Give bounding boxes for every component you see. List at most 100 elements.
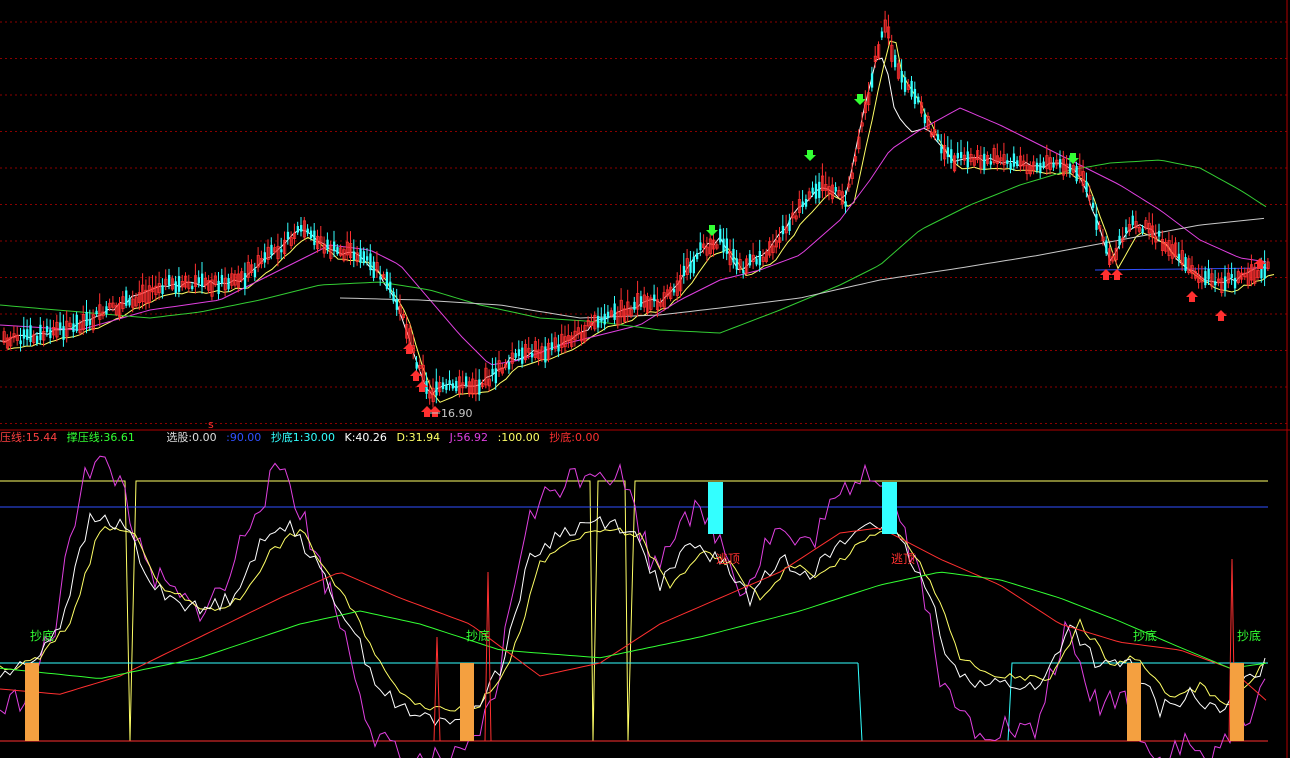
candle-body: [491, 368, 494, 375]
candle-body: [603, 313, 606, 325]
legend-item-stock-pick: 选股:0.00: [166, 431, 217, 444]
candle-body: [917, 96, 920, 103]
candle-body: [1006, 160, 1009, 165]
stock-chart: 16.90s抄底 抄底 抄底 抄底逃顶 逃顶: [0, 0, 1290, 758]
candle-body: [1068, 163, 1072, 173]
bottom-fishing-bar: [1230, 663, 1244, 741]
candle-body: [49, 329, 52, 339]
signal-up-arrow: [1100, 269, 1112, 280]
candle-body: [128, 298, 131, 306]
candle-body: [465, 376, 468, 387]
candle-body: [451, 383, 455, 389]
candle-body: [1092, 202, 1095, 208]
ma-short-line: [0, 57, 1267, 396]
bottom-signal-spike: [484, 571, 492, 742]
candle-body: [606, 311, 610, 319]
candle-body: [1118, 235, 1121, 246]
candle-body: [613, 303, 616, 320]
candle-body: [557, 344, 560, 352]
candle-body: [517, 349, 521, 357]
bottom-fishing-bar: [25, 663, 39, 741]
candle-body: [270, 244, 273, 255]
legend-item-k: K:40.26: [344, 431, 387, 444]
candle-body: [1204, 271, 1207, 286]
candle-body: [672, 289, 676, 293]
candle-body: [59, 322, 62, 329]
candle-body: [758, 251, 761, 266]
candle-body: [201, 273, 204, 287]
candle-body: [478, 379, 481, 395]
candle-body: [719, 228, 722, 243]
candle-body: [1009, 163, 1012, 170]
candle-body: [894, 55, 897, 68]
candle-body: [507, 362, 511, 370]
candle-body: [72, 323, 75, 332]
candle-body: [814, 183, 818, 199]
support-pressure-line: [0, 571, 1267, 679]
candle-body: [1085, 181, 1088, 192]
candle-body: [385, 271, 389, 289]
candle-body: [395, 298, 398, 310]
candle-body: [950, 149, 953, 163]
bottom-fishing-label: 抄底: [30, 628, 54, 643]
candle-body: [600, 317, 603, 322]
candle-body: [1177, 253, 1181, 260]
candle-body: [639, 296, 643, 307]
candle-body: [62, 326, 65, 340]
candle-body: [1214, 281, 1217, 286]
legend-item-hundred: :100.00: [497, 431, 540, 444]
support-line: [1094, 267, 1269, 271]
candle-body: [441, 382, 445, 389]
candle-body: [45, 326, 49, 333]
candle-body: [923, 114, 926, 124]
candle-body: [168, 275, 171, 286]
candle-body: [514, 353, 517, 358]
signal-up-arrow: [429, 406, 441, 417]
candle-body: [26, 329, 29, 340]
candle-body: [1059, 159, 1062, 168]
candle-body: [435, 381, 438, 396]
candle-body: [300, 225, 303, 232]
candle-body: [379, 276, 382, 280]
candle-body: [1184, 257, 1187, 272]
candle-body: [940, 146, 943, 154]
candle-body: [966, 151, 969, 168]
bottom-fishing-label: 抄底: [466, 628, 490, 643]
candle-body: [946, 147, 950, 158]
candle-body: [19, 340, 22, 345]
k-line: [0, 512, 1266, 727]
candle-body: [280, 249, 283, 253]
candle-body: [653, 294, 656, 302]
signal-up-arrow: [1111, 269, 1123, 280]
candle-body: [870, 73, 874, 88]
candle-body: [253, 269, 257, 278]
candle-body: [177, 276, 181, 292]
candle-body: [989, 161, 992, 165]
candle-body: [1105, 240, 1108, 254]
low-price-label: 16.90: [441, 407, 473, 420]
candle-body: [220, 275, 224, 283]
candle-body: [392, 291, 395, 302]
candle-body: [531, 352, 534, 358]
escape-top-bar: [882, 482, 897, 534]
candle-body: [1052, 162, 1055, 168]
signal-down-arrow: [706, 225, 718, 236]
candle-body: [936, 134, 940, 141]
candle-body: [263, 252, 266, 263]
escape-top-bar: [708, 482, 723, 534]
candle-body: [811, 187, 814, 194]
candle-body: [1263, 262, 1266, 279]
candle-body: [1207, 268, 1210, 280]
candle-body: [735, 258, 738, 270]
candle-body: [692, 256, 695, 274]
candle-body: [95, 310, 98, 315]
bottom-fishing-bar: [460, 663, 474, 741]
candle-body: [197, 277, 200, 284]
candle-body: [125, 290, 128, 306]
candle-body: [36, 335, 39, 344]
candle-body: [722, 238, 725, 253]
signal-down-arrow: [1067, 153, 1079, 164]
candle-body: [105, 306, 108, 315]
candle-body: [455, 380, 458, 392]
candle-body: [425, 380, 428, 394]
